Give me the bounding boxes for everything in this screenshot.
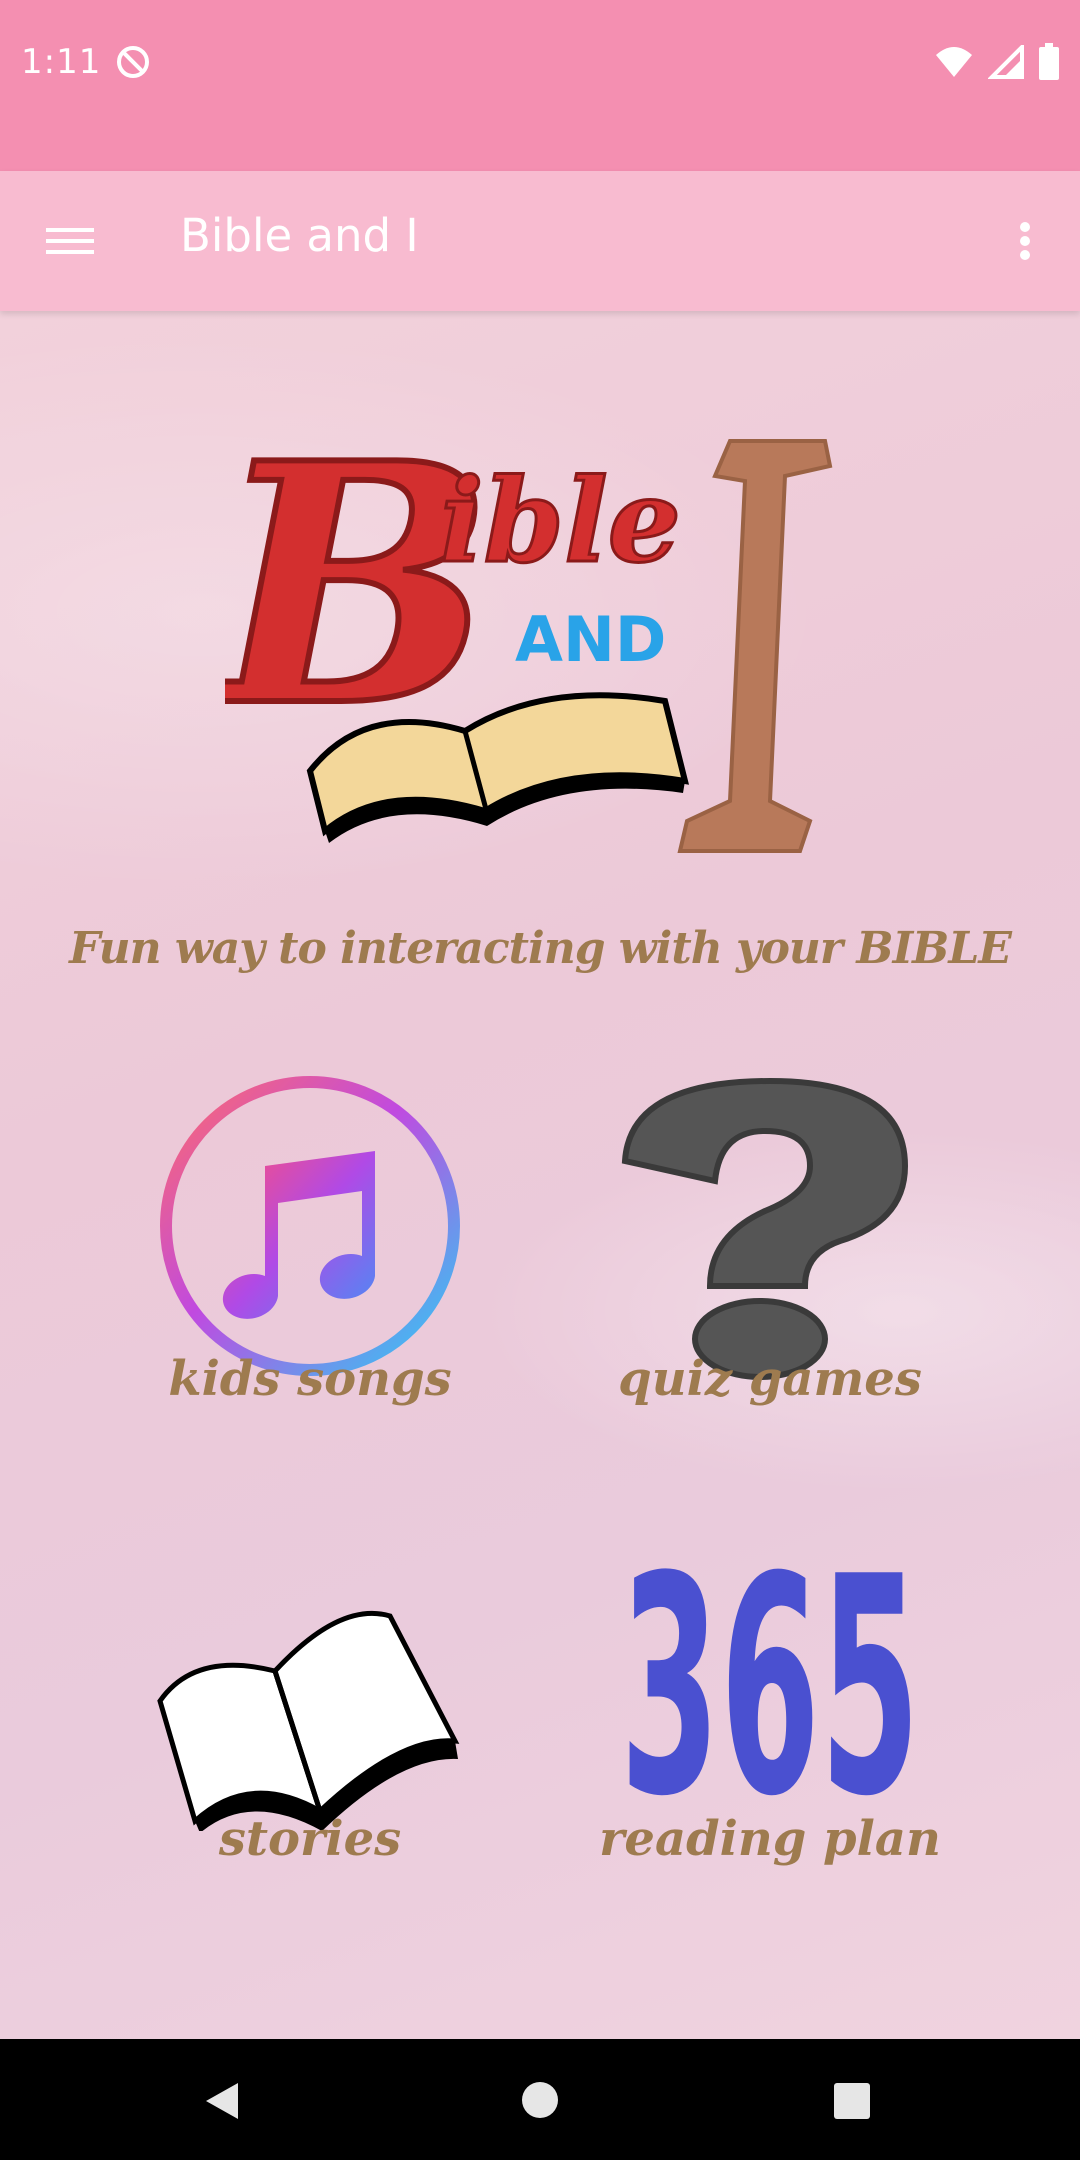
- tagline: Fun way to interacting with your BIBLE: [69, 923, 1012, 974]
- recent-apps-icon[interactable]: [834, 2083, 870, 2119]
- cell-signal-icon: [988, 45, 1024, 79]
- wifi-icon: [936, 47, 972, 77]
- quiz-games-label: quiz games: [618, 1351, 922, 1407]
- stories-label: stories: [218, 1811, 402, 1867]
- kids-songs-tile[interactable]: kids songs: [100, 1071, 520, 1411]
- system-nav-bar: [0, 2039, 1080, 2160]
- logo-ible: ible: [440, 454, 681, 589]
- more-options-icon[interactable]: [1000, 211, 1050, 271]
- question-mark-icon: [621, 1077, 909, 1380]
- calendar-365-icon: 365: [620, 1521, 920, 1831]
- hamburger-menu-icon[interactable]: [30, 211, 110, 271]
- status-time: 1:11: [21, 42, 102, 82]
- quiz-games-tile[interactable]: quiz games: [560, 1071, 980, 1411]
- logo-and: AND: [515, 603, 666, 676]
- app-title: Bible and I: [180, 209, 419, 262]
- app-bar: Bible and I: [0, 171, 1080, 311]
- reading-plan-label: reading plan: [599, 1811, 941, 1867]
- open-book-icon: [157, 1610, 460, 1831]
- sync-off-icon: [117, 46, 149, 78]
- home-content: I B ible AND Fun way to interacting with…: [0, 311, 1080, 2039]
- music-note-icon: [160, 1076, 460, 1376]
- stories-tile[interactable]: stories: [100, 1521, 520, 1871]
- bible-and-i-logo: I B ible AND: [225, 388, 833, 853]
- status-icons: [934, 40, 1060, 84]
- home-icon[interactable]: [521, 2081, 559, 2119]
- back-icon[interactable]: [200, 2079, 244, 2123]
- battery-icon: [1039, 43, 1059, 80]
- status-bar: 1:11: [0, 0, 1080, 171]
- reading-plan-365: 365: [620, 1521, 920, 1831]
- reading-plan-tile[interactable]: 365 reading plan: [560, 1521, 980, 1871]
- kids-songs-label: kids songs: [168, 1351, 452, 1407]
